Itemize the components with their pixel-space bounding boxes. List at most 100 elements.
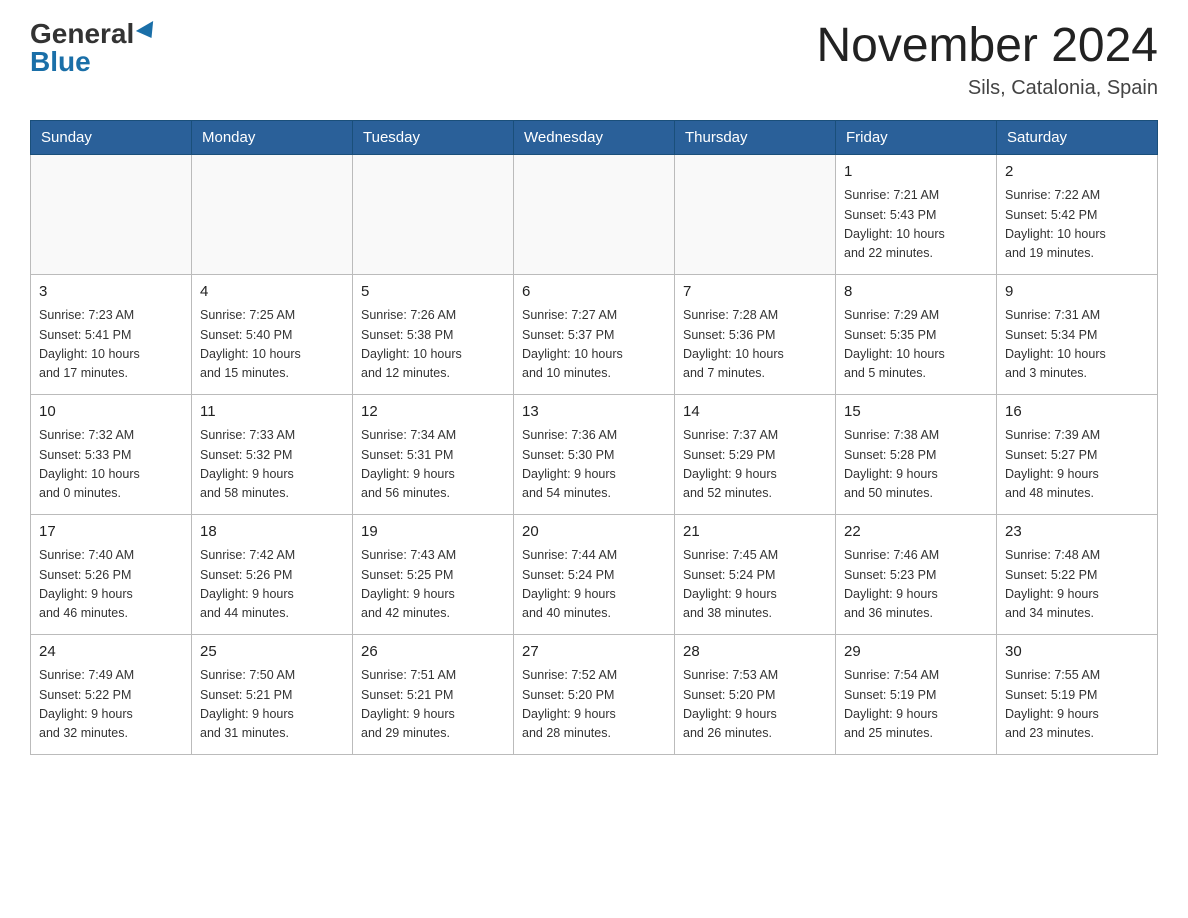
month-title: November 2024 (816, 20, 1158, 73)
calendar-cell-w1-d5 (675, 154, 836, 274)
logo: General Blue (30, 20, 158, 76)
day-info: Sunrise: 7:34 AM Sunset: 5:31 PM Dayligh… (361, 426, 505, 504)
day-info: Sunrise: 7:51 AM Sunset: 5:21 PM Dayligh… (361, 666, 505, 744)
logo-blue-text: Blue (30, 48, 91, 76)
calendar-header-row: Sunday Monday Tuesday Wednesday Thursday… (31, 120, 1158, 154)
day-number: 29 (844, 641, 988, 664)
calendar-cell-w1-d3 (353, 154, 514, 274)
day-info: Sunrise: 7:43 AM Sunset: 5:25 PM Dayligh… (361, 546, 505, 624)
col-header-tuesday: Tuesday (353, 120, 514, 154)
day-info: Sunrise: 7:44 AM Sunset: 5:24 PM Dayligh… (522, 546, 666, 624)
day-info: Sunrise: 7:25 AM Sunset: 5:40 PM Dayligh… (200, 306, 344, 384)
calendar-cell-w1-d2 (192, 154, 353, 274)
day-info: Sunrise: 7:31 AM Sunset: 5:34 PM Dayligh… (1005, 306, 1149, 384)
day-info: Sunrise: 7:23 AM Sunset: 5:41 PM Dayligh… (39, 306, 183, 384)
calendar-cell-w3-d7: 16Sunrise: 7:39 AM Sunset: 5:27 PM Dayli… (997, 394, 1158, 514)
day-number: 30 (1005, 641, 1149, 664)
day-info: Sunrise: 7:40 AM Sunset: 5:26 PM Dayligh… (39, 546, 183, 624)
col-header-thursday: Thursday (675, 120, 836, 154)
day-number: 20 (522, 521, 666, 544)
day-number: 16 (1005, 401, 1149, 424)
day-info: Sunrise: 7:54 AM Sunset: 5:19 PM Dayligh… (844, 666, 988, 744)
day-number: 8 (844, 281, 988, 304)
day-info: Sunrise: 7:28 AM Sunset: 5:36 PM Dayligh… (683, 306, 827, 384)
calendar-cell-w4-d4: 20Sunrise: 7:44 AM Sunset: 5:24 PM Dayli… (514, 514, 675, 634)
calendar-cell-w3-d3: 12Sunrise: 7:34 AM Sunset: 5:31 PM Dayli… (353, 394, 514, 514)
logo-arrow-icon (136, 21, 160, 43)
day-info: Sunrise: 7:52 AM Sunset: 5:20 PM Dayligh… (522, 666, 666, 744)
calendar-cell-w4-d3: 19Sunrise: 7:43 AM Sunset: 5:25 PM Dayli… (353, 514, 514, 634)
day-number: 23 (1005, 521, 1149, 544)
day-number: 25 (200, 641, 344, 664)
calendar-cell-w1-d1 (31, 154, 192, 274)
day-number: 18 (200, 521, 344, 544)
day-number: 3 (39, 281, 183, 304)
calendar-cell-w4-d5: 21Sunrise: 7:45 AM Sunset: 5:24 PM Dayli… (675, 514, 836, 634)
calendar-cell-w2-d7: 9Sunrise: 7:31 AM Sunset: 5:34 PM Daylig… (997, 274, 1158, 394)
col-header-friday: Friday (836, 120, 997, 154)
week-row-3: 10Sunrise: 7:32 AM Sunset: 5:33 PM Dayli… (31, 394, 1158, 514)
day-number: 5 (361, 281, 505, 304)
day-info: Sunrise: 7:27 AM Sunset: 5:37 PM Dayligh… (522, 306, 666, 384)
calendar-cell-w5-d4: 27Sunrise: 7:52 AM Sunset: 5:20 PM Dayli… (514, 634, 675, 754)
day-number: 27 (522, 641, 666, 664)
col-header-saturday: Saturday (997, 120, 1158, 154)
calendar-cell-w5-d7: 30Sunrise: 7:55 AM Sunset: 5:19 PM Dayli… (997, 634, 1158, 754)
calendar-cell-w2-d2: 4Sunrise: 7:25 AM Sunset: 5:40 PM Daylig… (192, 274, 353, 394)
day-number: 17 (39, 521, 183, 544)
calendar-cell-w4-d7: 23Sunrise: 7:48 AM Sunset: 5:22 PM Dayli… (997, 514, 1158, 634)
col-header-sunday: Sunday (31, 120, 192, 154)
calendar-cell-w2-d1: 3Sunrise: 7:23 AM Sunset: 5:41 PM Daylig… (31, 274, 192, 394)
day-number: 12 (361, 401, 505, 424)
day-number: 4 (200, 281, 344, 304)
week-row-1: 1Sunrise: 7:21 AM Sunset: 5:43 PM Daylig… (31, 154, 1158, 274)
day-number: 28 (683, 641, 827, 664)
day-number: 21 (683, 521, 827, 544)
day-info: Sunrise: 7:36 AM Sunset: 5:30 PM Dayligh… (522, 426, 666, 504)
day-number: 13 (522, 401, 666, 424)
day-info: Sunrise: 7:49 AM Sunset: 5:22 PM Dayligh… (39, 666, 183, 744)
day-number: 14 (683, 401, 827, 424)
day-info: Sunrise: 7:50 AM Sunset: 5:21 PM Dayligh… (200, 666, 344, 744)
calendar-cell-w4-d1: 17Sunrise: 7:40 AM Sunset: 5:26 PM Dayli… (31, 514, 192, 634)
calendar-cell-w3-d4: 13Sunrise: 7:36 AM Sunset: 5:30 PM Dayli… (514, 394, 675, 514)
title-block: November 2024 Sils, Catalonia, Spain (816, 20, 1158, 100)
day-number: 11 (200, 401, 344, 424)
day-info: Sunrise: 7:38 AM Sunset: 5:28 PM Dayligh… (844, 426, 988, 504)
calendar-cell-w3-d2: 11Sunrise: 7:33 AM Sunset: 5:32 PM Dayli… (192, 394, 353, 514)
calendar-cell-w4-d2: 18Sunrise: 7:42 AM Sunset: 5:26 PM Dayli… (192, 514, 353, 634)
col-header-wednesday: Wednesday (514, 120, 675, 154)
week-row-4: 17Sunrise: 7:40 AM Sunset: 5:26 PM Dayli… (31, 514, 1158, 634)
logo-general-text: General (30, 20, 134, 48)
day-number: 6 (522, 281, 666, 304)
calendar-cell-w1-d4 (514, 154, 675, 274)
day-number: 24 (39, 641, 183, 664)
calendar-cell-w2-d5: 7Sunrise: 7:28 AM Sunset: 5:36 PM Daylig… (675, 274, 836, 394)
day-number: 15 (844, 401, 988, 424)
day-number: 22 (844, 521, 988, 544)
calendar-cell-w1-d6: 1Sunrise: 7:21 AM Sunset: 5:43 PM Daylig… (836, 154, 997, 274)
day-number: 10 (39, 401, 183, 424)
day-info: Sunrise: 7:37 AM Sunset: 5:29 PM Dayligh… (683, 426, 827, 504)
week-row-5: 24Sunrise: 7:49 AM Sunset: 5:22 PM Dayli… (31, 634, 1158, 754)
day-number: 26 (361, 641, 505, 664)
calendar-cell-w4-d6: 22Sunrise: 7:46 AM Sunset: 5:23 PM Dayli… (836, 514, 997, 634)
calendar-cell-w5-d2: 25Sunrise: 7:50 AM Sunset: 5:21 PM Dayli… (192, 634, 353, 754)
day-number: 19 (361, 521, 505, 544)
day-number: 7 (683, 281, 827, 304)
day-info: Sunrise: 7:46 AM Sunset: 5:23 PM Dayligh… (844, 546, 988, 624)
day-info: Sunrise: 7:39 AM Sunset: 5:27 PM Dayligh… (1005, 426, 1149, 504)
calendar-cell-w3-d6: 15Sunrise: 7:38 AM Sunset: 5:28 PM Dayli… (836, 394, 997, 514)
day-number: 2 (1005, 161, 1149, 184)
calendar-cell-w3-d1: 10Sunrise: 7:32 AM Sunset: 5:33 PM Dayli… (31, 394, 192, 514)
calendar-cell-w2-d4: 6Sunrise: 7:27 AM Sunset: 5:37 PM Daylig… (514, 274, 675, 394)
day-info: Sunrise: 7:42 AM Sunset: 5:26 PM Dayligh… (200, 546, 344, 624)
day-info: Sunrise: 7:32 AM Sunset: 5:33 PM Dayligh… (39, 426, 183, 504)
day-info: Sunrise: 7:26 AM Sunset: 5:38 PM Dayligh… (361, 306, 505, 384)
calendar-cell-w5-d3: 26Sunrise: 7:51 AM Sunset: 5:21 PM Dayli… (353, 634, 514, 754)
calendar-cell-w1-d7: 2Sunrise: 7:22 AM Sunset: 5:42 PM Daylig… (997, 154, 1158, 274)
location-text: Sils, Catalonia, Spain (816, 77, 1158, 100)
day-info: Sunrise: 7:45 AM Sunset: 5:24 PM Dayligh… (683, 546, 827, 624)
day-info: Sunrise: 7:33 AM Sunset: 5:32 PM Dayligh… (200, 426, 344, 504)
calendar-cell-w5-d6: 29Sunrise: 7:54 AM Sunset: 5:19 PM Dayli… (836, 634, 997, 754)
